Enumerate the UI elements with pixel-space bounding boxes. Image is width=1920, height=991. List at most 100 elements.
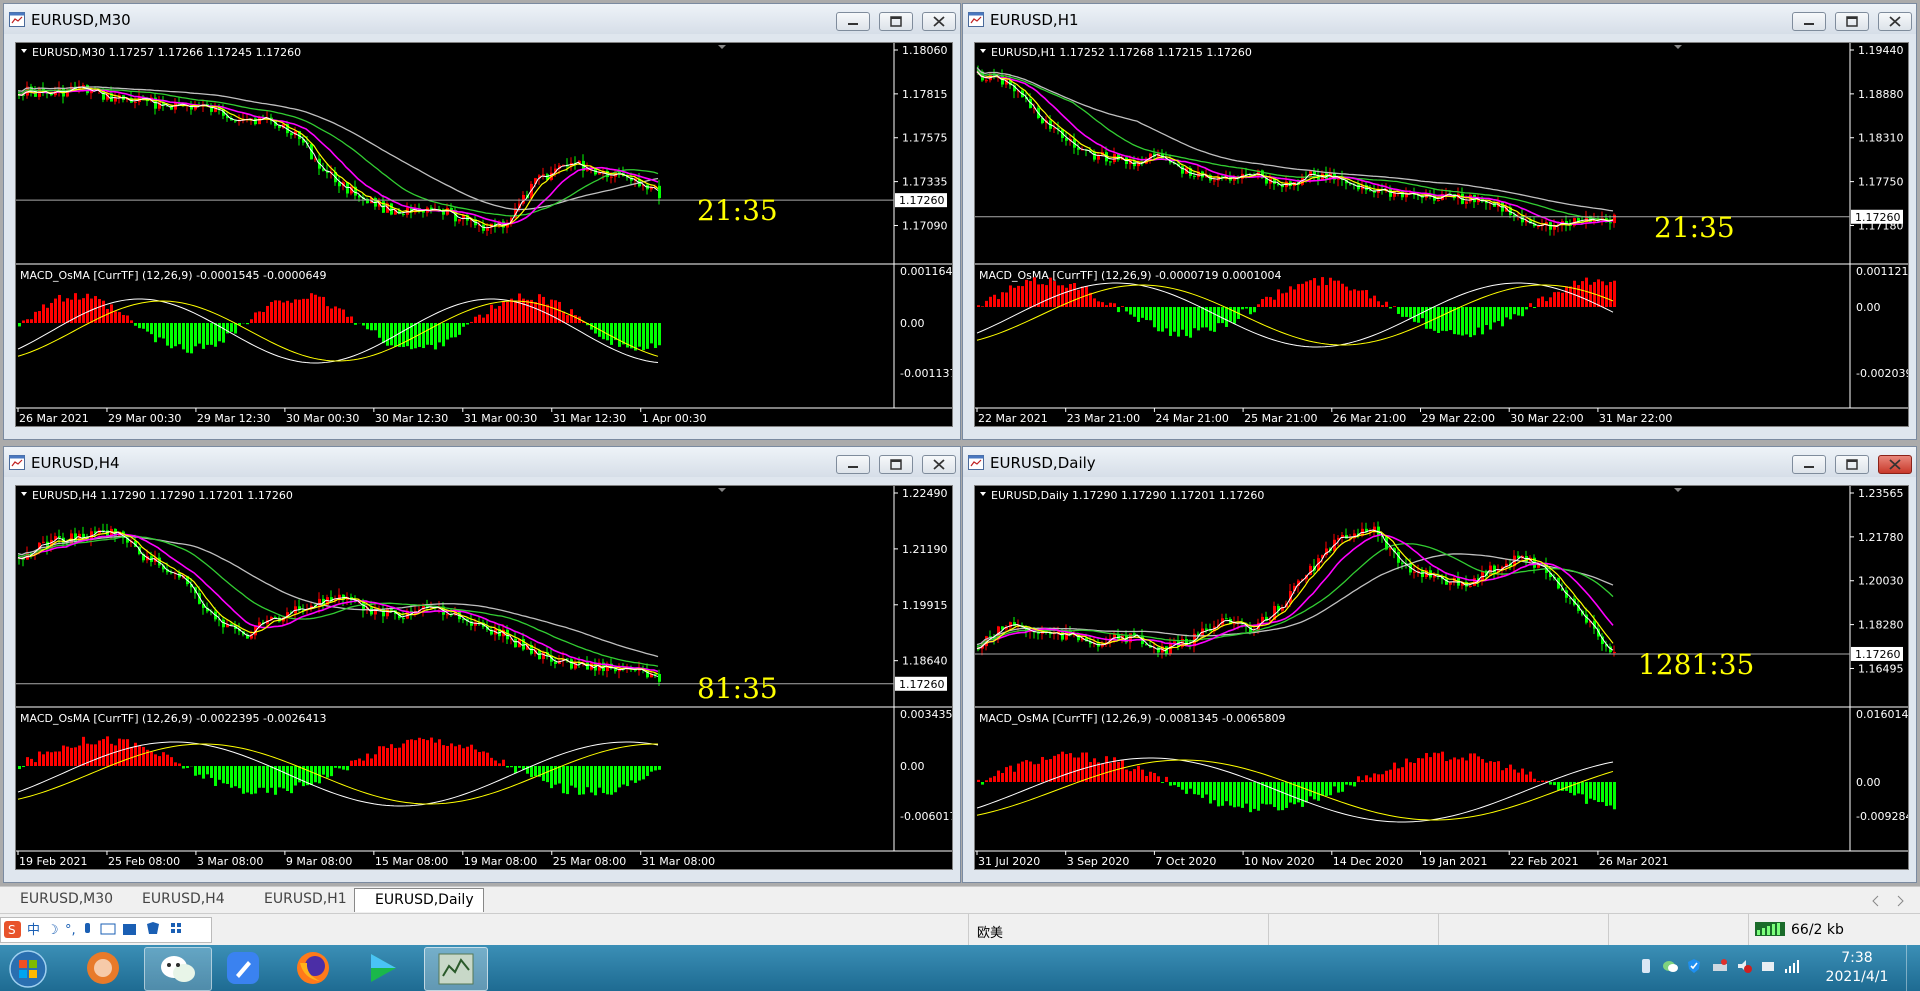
macd-bar	[1481, 307, 1484, 335]
minimize-button[interactable]	[1792, 12, 1826, 31]
close-button[interactable]	[922, 12, 956, 31]
macd-bar	[638, 766, 641, 781]
macd-bar	[1249, 307, 1252, 315]
market-name: 欧美	[977, 926, 1004, 941]
feishu-icon[interactable]	[224, 949, 262, 987]
tray-wechat-icon[interactable]	[1662, 958, 1678, 974]
maximize-button[interactable]	[1835, 12, 1869, 31]
chart-window-m30[interactable]: EURUSD,M30 EURUSD,M30 1.17257 1.17266 1.…	[3, 3, 961, 440]
window-titlebar[interactable]: EURUSD,H1	[963, 4, 1916, 34]
start-orb-icon[interactable]	[8, 949, 48, 989]
macd-bar	[370, 758, 373, 766]
candle-body	[1225, 618, 1228, 620]
maximize-button[interactable]	[879, 12, 913, 31]
macd-bar	[370, 323, 373, 331]
macd-bar	[102, 300, 105, 323]
minimize-button[interactable]	[1792, 455, 1826, 474]
candle-body	[610, 176, 613, 178]
ma-green-line	[17, 88, 659, 217]
orange-app-icon[interactable]	[84, 949, 122, 987]
tray-signal-icon[interactable]	[1784, 958, 1800, 974]
firefox-icon[interactable]	[294, 949, 332, 987]
system-clock[interactable]: 7:38 2021/4/1	[1812, 947, 1902, 989]
macd-bar	[566, 766, 569, 795]
macd-bar	[1549, 782, 1552, 785]
tray-usb-icon[interactable]	[1638, 958, 1654, 974]
macd-bar	[246, 766, 249, 793]
macd-bar	[1297, 284, 1300, 307]
price-chart[interactable]: EURUSD,M30 1.17257 1.17266 1.17245 1.172…	[16, 43, 952, 426]
macd-bar	[606, 323, 609, 341]
mt4-task-button[interactable]	[424, 947, 488, 991]
macd-bar	[1113, 303, 1116, 307]
macd-bar	[1257, 304, 1260, 307]
macd-bar	[985, 780, 988, 782]
tray-shield-icon[interactable]	[1686, 958, 1702, 974]
tray-network-icon[interactable]	[1712, 958, 1728, 974]
chart-canvas[interactable]: EURUSD,M30 1.17257 1.17266 1.17245 1.172…	[15, 42, 953, 427]
macd-bar	[506, 766, 509, 768]
status-cell	[1438, 914, 1609, 946]
macd-bar	[618, 323, 621, 347]
chart-window-h4[interactable]: EURUSD,H4 EURUSD,H4 1.17290 1.17290 1.17…	[3, 446, 961, 883]
time-label: 25 Mar 08:00	[553, 855, 626, 868]
chart-canvas[interactable]: EURUSD,H4 1.17290 1.17290 1.17201 1.1726…	[15, 485, 953, 870]
input-method-toolbar[interactable]: S 中 ☽ °,	[0, 917, 212, 943]
macd-bar	[1073, 283, 1076, 307]
price-chart[interactable]: EURUSD,H1 1.17252 1.17268 1.17215 1.1726…	[975, 43, 1908, 426]
chart-window-daily[interactable]: EURUSD,Daily EURUSD,Daily 1.17290 1.1729…	[962, 446, 1917, 883]
price-chart[interactable]: EURUSD,H4 1.17290 1.17290 1.17201 1.1726…	[16, 486, 952, 869]
tray-mute-icon[interactable]	[1736, 958, 1752, 974]
macd-bar	[1117, 761, 1120, 782]
macd-bar	[158, 756, 161, 766]
macd-bar	[1037, 763, 1040, 782]
macd-bar	[1597, 782, 1600, 803]
media-player-icon[interactable]	[362, 949, 400, 987]
chart-canvas[interactable]: EURUSD,H1 1.17252 1.17268 1.17215 1.1726…	[974, 42, 1909, 427]
macd-bar	[1481, 759, 1484, 782]
tab-scroll-arrows[interactable]	[1872, 895, 1912, 907]
chart-window-h1[interactable]: EURUSD,H1 EURUSD,H1 1.17252 1.17268 1.17…	[962, 3, 1917, 440]
ma-magenta-line	[17, 533, 659, 673]
quote-dropdown-icon	[21, 492, 27, 496]
wechat-task-button[interactable]	[144, 947, 212, 991]
macd-bar	[218, 766, 221, 780]
close-button[interactable]	[922, 455, 956, 474]
macd-bar	[154, 323, 157, 343]
macd-bar	[518, 766, 521, 768]
macd-bar	[290, 302, 293, 323]
show-desktop-button[interactable]	[1906, 945, 1920, 991]
macd-bar	[646, 766, 649, 776]
minimize-button[interactable]	[836, 12, 870, 31]
connection-status[interactable]: 66/2 kb	[1748, 914, 1920, 946]
tab-eurusd-h1[interactable]: EURUSD,H1	[244, 888, 352, 912]
macd-bar	[250, 319, 253, 323]
close-button[interactable]	[1878, 455, 1912, 474]
maximize-button[interactable]	[1835, 455, 1869, 474]
tray-power-icon[interactable]	[1760, 958, 1776, 974]
price-chart[interactable]: EURUSD,Daily 1.17290 1.17290 1.17201 1.1…	[975, 486, 1908, 869]
candle-body	[278, 125, 281, 128]
macd-bar	[274, 766, 277, 795]
tab-eurusd-daily[interactable]: EURUSD,Daily	[354, 888, 484, 912]
chart-window-icon	[968, 12, 984, 27]
macd-bar	[54, 751, 57, 766]
macd-bar	[346, 316, 349, 323]
macd-bar	[486, 752, 489, 766]
macd-bar	[1329, 277, 1332, 307]
macd-bar	[1261, 299, 1264, 307]
tab-eurusd-h4[interactable]: EURUSD,H4	[122, 888, 242, 912]
candle-body	[1421, 571, 1424, 578]
minimize-icon	[848, 466, 858, 468]
window-titlebar[interactable]: EURUSD,H4	[4, 447, 960, 477]
window-titlebar[interactable]: EURUSD,M30	[4, 4, 960, 34]
chart-canvas[interactable]: EURUSD,Daily 1.17290 1.17290 1.17201 1.1…	[974, 485, 1909, 870]
macd-bar	[350, 316, 353, 323]
window-titlebar[interactable]: EURUSD,Daily	[963, 447, 1916, 477]
tab-eurusd-m30[interactable]: EURUSD,M30	[0, 888, 120, 912]
price-label: 1.18880	[1858, 88, 1904, 101]
close-button[interactable]	[1878, 12, 1912, 31]
maximize-button[interactable]	[879, 455, 913, 474]
minimize-button[interactable]	[836, 455, 870, 474]
macd-bar	[1445, 761, 1448, 782]
